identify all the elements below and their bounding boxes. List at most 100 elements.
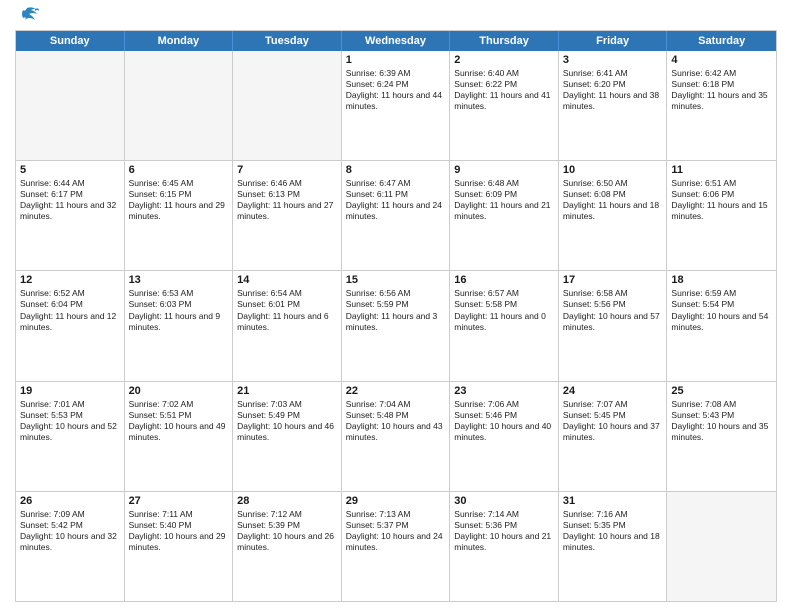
day-info: Sunrise: 6:54 AM Sunset: 6:01 PM Dayligh… — [237, 288, 337, 332]
day-number: 1 — [346, 54, 446, 66]
day-info: Sunrise: 7:14 AM Sunset: 5:36 PM Dayligh… — [454, 509, 554, 553]
day-info: Sunrise: 6:44 AM Sunset: 6:17 PM Dayligh… — [20, 178, 120, 222]
day-info: Sunrise: 7:07 AM Sunset: 5:45 PM Dayligh… — [563, 399, 663, 443]
day-header-wednesday: Wednesday — [342, 31, 451, 51]
calendar-week-3: 12Sunrise: 6:52 AM Sunset: 6:04 PM Dayli… — [16, 271, 776, 381]
day-info: Sunrise: 7:04 AM Sunset: 5:48 PM Dayligh… — [346, 399, 446, 443]
day-number: 13 — [129, 274, 229, 286]
day-header-sunday: Sunday — [16, 31, 125, 51]
day-cell-28: 28Sunrise: 7:12 AM Sunset: 5:39 PM Dayli… — [233, 492, 342, 601]
day-number: 6 — [129, 164, 229, 176]
day-number: 12 — [20, 274, 120, 286]
day-number: 7 — [237, 164, 337, 176]
day-cell-3: 3Sunrise: 6:41 AM Sunset: 6:20 PM Daylig… — [559, 51, 668, 160]
day-info: Sunrise: 6:57 AM Sunset: 5:58 PM Dayligh… — [454, 288, 554, 332]
day-info: Sunrise: 7:09 AM Sunset: 5:42 PM Dayligh… — [20, 509, 120, 553]
day-number: 31 — [563, 495, 663, 507]
day-info: Sunrise: 7:02 AM Sunset: 5:51 PM Dayligh… — [129, 399, 229, 443]
day-header-tuesday: Tuesday — [233, 31, 342, 51]
day-cell-17: 17Sunrise: 6:58 AM Sunset: 5:56 PM Dayli… — [559, 271, 668, 380]
day-number: 27 — [129, 495, 229, 507]
day-cell-4: 4 Sunrise: 6:42 AM Sunset: 6:18 PM Daylig… — [667, 51, 776, 160]
day-number: 20 — [129, 385, 229, 397]
day-number: 25 — [671, 385, 772, 397]
day-cell-13: 13Sunrise: 6:53 AM Sunset: 6:03 PM Dayli… — [125, 271, 234, 380]
day-cell-30: 30 Sunrise: 7:14 AM Sunset: 5:36 PM Dayli… — [450, 492, 559, 601]
day-info: Sunrise: 6:46 AM Sunset: 6:13 PM Dayligh… — [237, 178, 337, 222]
day-info: Sunrise: 6:50 AM Sunset: 6:08 PM Dayligh… — [563, 178, 663, 222]
day-number: 15 — [346, 274, 446, 286]
day-number: 29 — [346, 495, 446, 507]
day-info: Sunrise: 7:12 AM Sunset: 5:39 PM Dayligh… — [237, 509, 337, 553]
day-cell-22: 22 Sunrise: 7:04 AM Sunset: 5:48 PM Dayli… — [342, 382, 451, 491]
day-header-thursday: Thursday — [450, 31, 559, 51]
calendar: SundayMondayTuesdayWednesdayThursdayFrid… — [15, 30, 777, 602]
calendar-week-4: 19 Sunrise: 7:01 AM Sunset: 5:53 PM Dayli… — [16, 382, 776, 492]
day-cell-19: 19 Sunrise: 7:01 AM Sunset: 5:53 PM Dayli… — [16, 382, 125, 491]
day-info: Sunrise: 6:51 AM Sunset: 6:06 PM Dayligh… — [671, 178, 772, 222]
day-number: 30 — [454, 495, 554, 507]
day-info: Sunrise: 7:08 AM Sunset: 5:43 PM Dayligh… — [671, 399, 772, 443]
day-number: 18 — [671, 274, 772, 286]
day-header-friday: Friday — [559, 31, 668, 51]
day-cell-10: 10 Sunrise: 6:50 AM Sunset: 6:08 PM Dayli… — [559, 161, 668, 270]
day-cell-8: 8Sunrise: 6:47 AM Sunset: 6:11 PM Daylig… — [342, 161, 451, 270]
day-info: Sunrise: 7:11 AM Sunset: 5:40 PM Dayligh… — [129, 509, 229, 553]
day-cell-31: 31 Sunrise: 7:16 AM Sunset: 5:35 PM Dayli… — [559, 492, 668, 601]
day-cell-11: 11 Sunrise: 6:51 AM Sunset: 6:06 PM Dayli… — [667, 161, 776, 270]
page: SundayMondayTuesdayWednesdayThursdayFrid… — [0, 0, 792, 612]
day-info: Sunrise: 6:59 AM Sunset: 5:54 PM Dayligh… — [671, 288, 772, 332]
day-cell-20: 20 Sunrise: 7:02 AM Sunset: 5:51 PM Dayli… — [125, 382, 234, 491]
day-cell-7: 7 Sunrise: 6:46 AM Sunset: 6:13 PM Daylig… — [233, 161, 342, 270]
day-cell-26: 26 Sunrise: 7:09 AM Sunset: 5:42 PM Dayli… — [16, 492, 125, 601]
day-cell-16: 16Sunrise: 6:57 AM Sunset: 5:58 PM Dayli… — [450, 271, 559, 380]
day-header-saturday: Saturday — [667, 31, 776, 51]
calendar-week-1: 1 Sunrise: 6:39 AM Sunset: 6:24 PM Daylig… — [16, 51, 776, 161]
day-info: Sunrise: 6:45 AM Sunset: 6:15 PM Dayligh… — [129, 178, 229, 222]
day-cell-1: 1 Sunrise: 6:39 AM Sunset: 6:24 PM Daylig… — [342, 51, 451, 160]
day-info: Sunrise: 6:47 AM Sunset: 6:11 PM Dayligh… — [346, 178, 446, 222]
day-cell-14: 14 Sunrise: 6:54 AM Sunset: 6:01 PM Dayli… — [233, 271, 342, 380]
day-info: Sunrise: 6:58 AM Sunset: 5:56 PM Dayligh… — [563, 288, 663, 332]
day-number: 19 — [20, 385, 120, 397]
day-info: Sunrise: 6:42 AM Sunset: 6:18 PM Dayligh… — [671, 68, 772, 112]
day-cell-15: 15 Sunrise: 6:56 AM Sunset: 5:59 PM Dayli… — [342, 271, 451, 380]
day-header-monday: Monday — [125, 31, 234, 51]
empty-cell — [233, 51, 342, 160]
empty-cell — [125, 51, 234, 160]
day-cell-12: 12Sunrise: 6:52 AM Sunset: 6:04 PM Dayli… — [16, 271, 125, 380]
day-number: 14 — [237, 274, 337, 286]
day-info: Sunrise: 6:56 AM Sunset: 5:59 PM Dayligh… — [346, 288, 446, 332]
day-number: 23 — [454, 385, 554, 397]
day-info: Sunrise: 7:16 AM Sunset: 5:35 PM Dayligh… — [563, 509, 663, 553]
day-number: 11 — [671, 164, 772, 176]
calendar-header: SundayMondayTuesdayWednesdayThursdayFrid… — [16, 31, 776, 51]
day-number: 2 — [454, 54, 554, 66]
day-info: Sunrise: 7:01 AM Sunset: 5:53 PM Dayligh… — [20, 399, 120, 443]
day-number: 22 — [346, 385, 446, 397]
day-number: 24 — [563, 385, 663, 397]
empty-cell — [16, 51, 125, 160]
header — [15, 10, 777, 24]
day-cell-23: 23 Sunrise: 7:06 AM Sunset: 5:46 PM Dayli… — [450, 382, 559, 491]
day-cell-6: 6 Sunrise: 6:45 AM Sunset: 6:15 PM Daylig… — [125, 161, 234, 270]
day-cell-25: 25 Sunrise: 7:08 AM Sunset: 5:43 PM Dayli… — [667, 382, 776, 491]
calendar-body: 1 Sunrise: 6:39 AM Sunset: 6:24 PM Daylig… — [16, 51, 776, 601]
day-cell-27: 27 Sunrise: 7:11 AM Sunset: 5:40 PM Dayli… — [125, 492, 234, 601]
logo — [15, 10, 39, 24]
day-cell-18: 18 Sunrise: 6:59 AM Sunset: 5:54 PM Dayli… — [667, 271, 776, 380]
day-cell-2: 2Sunrise: 6:40 AM Sunset: 6:22 PM Daylig… — [450, 51, 559, 160]
day-number: 5 — [20, 164, 120, 176]
day-info: Sunrise: 6:39 AM Sunset: 6:24 PM Dayligh… — [346, 68, 446, 112]
day-cell-29: 29Sunrise: 7:13 AM Sunset: 5:37 PM Dayli… — [342, 492, 451, 601]
day-info: Sunrise: 6:41 AM Sunset: 6:20 PM Dayligh… — [563, 68, 663, 112]
day-number: 4 — [671, 54, 772, 66]
day-info: Sunrise: 7:06 AM Sunset: 5:46 PM Dayligh… — [454, 399, 554, 443]
day-info: Sunrise: 6:48 AM Sunset: 6:09 PM Dayligh… — [454, 178, 554, 222]
day-number: 26 — [20, 495, 120, 507]
day-number: 10 — [563, 164, 663, 176]
calendar-week-2: 5 Sunrise: 6:44 AM Sunset: 6:17 PM Daylig… — [16, 161, 776, 271]
day-cell-24: 24 Sunrise: 7:07 AM Sunset: 5:45 PM Dayli… — [559, 382, 668, 491]
day-number: 21 — [237, 385, 337, 397]
empty-cell — [667, 492, 776, 601]
